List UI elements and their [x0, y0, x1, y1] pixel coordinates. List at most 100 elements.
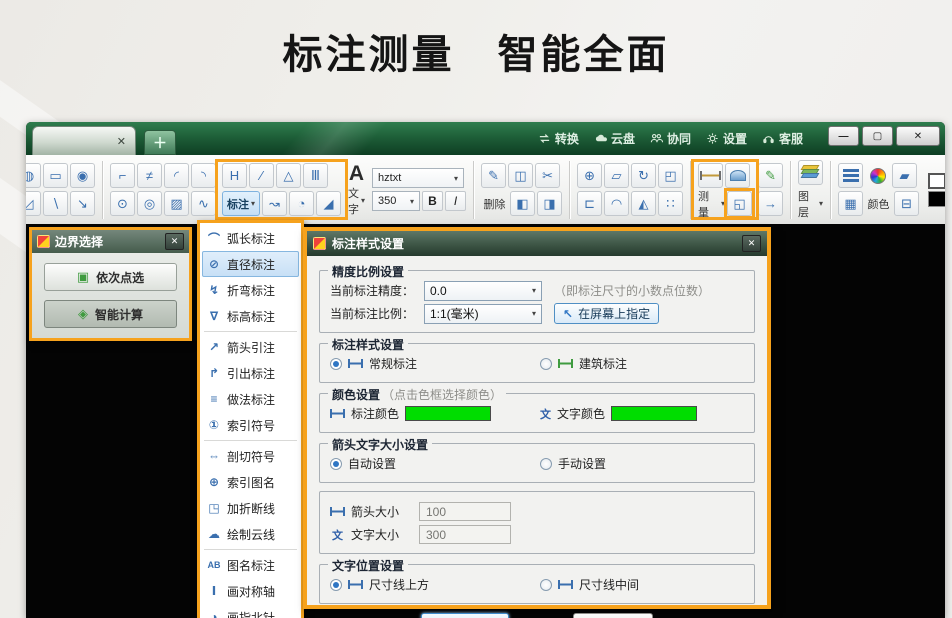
eraser-button[interactable]: ▰: [892, 163, 918, 188]
middle-dimline-option[interactable]: 尺寸线中间: [540, 576, 744, 593]
pick-in-turn-button[interactable]: ▣ 依次点选: [44, 263, 177, 291]
text-color-swatch[interactable]: [611, 406, 698, 421]
rotate-button[interactable]: ↻: [631, 163, 657, 188]
palette-swatch[interactable]: [928, 172, 945, 189]
menu-item-index-symbol[interactable]: ① 索引符号: [202, 412, 299, 438]
dimension-color-swatch[interactable]: [405, 406, 492, 421]
edit-pencil-button[interactable]: ✎: [481, 163, 507, 188]
text-size-select[interactable]: 350 ▾: [372, 191, 421, 211]
architectural-dimension-option[interactable]: 建筑标注: [540, 355, 744, 372]
palette-swatch[interactable]: [928, 190, 945, 207]
font-select[interactable]: hztxt ▾: [372, 168, 465, 188]
eye-tool-button[interactable]: ◉: [70, 163, 95, 188]
menu-item-index-title[interactable]: ⊕ 索引图名: [202, 469, 299, 495]
measure-ruler-button[interactable]: [698, 163, 724, 188]
menu-item-elevation[interactable]: ∇ 标高标注: [202, 303, 299, 329]
annotate-dropdown-button[interactable]: 标注 ▾: [222, 191, 260, 216]
menu-item-arrow-leader[interactable]: ↗ 箭头引注: [202, 334, 299, 360]
color-dropdown-button[interactable]: 颜色: [865, 191, 892, 216]
format-brush-button[interactable]: ◨: [537, 191, 563, 216]
menu-item-section-symbol[interactable]: ⇔ 剖切符号: [202, 443, 299, 469]
menu-item-leader-note[interactable]: ↱ 引出标注: [202, 360, 299, 386]
menu-item-arc-length[interactable]: ⌒ 弧长标注: [202, 225, 299, 251]
polygon-tool-button[interactable]: ◿: [26, 191, 41, 216]
plot-button[interactable]: ⊟: [894, 191, 920, 216]
italic-button[interactable]: I: [445, 191, 467, 211]
segment-tool-button[interactable]: ↘: [70, 191, 95, 216]
angular-dimension-button[interactable]: △: [276, 163, 301, 188]
line-tool-button[interactable]: ∖: [43, 191, 68, 216]
text-tool[interactable]: A 文字 ▾: [344, 163, 369, 217]
arrow-size-input[interactable]: 100: [419, 502, 511, 521]
spline-tool-button[interactable]: ∿: [191, 191, 216, 216]
smart-compute-button[interactable]: ◈ 智能计算: [44, 300, 177, 328]
menu-support[interactable]: 客服: [762, 130, 803, 147]
boundary-close-button[interactable]: ✕: [165, 233, 184, 250]
measure-area-button[interactable]: [725, 163, 751, 188]
copy-object-button[interactable]: ▱: [604, 163, 630, 188]
continued-dimension-button[interactable]: Ⅲ: [303, 163, 328, 188]
ok-button[interactable]: 确定: [421, 613, 509, 618]
text-size-input[interactable]: 300: [419, 525, 511, 544]
close-button[interactable]: ✕: [896, 126, 940, 146]
menu-item-jogged[interactable]: ↯ 折弯标注: [202, 277, 299, 303]
layers-dropdown-button[interactable]: 图层 ▾: [798, 188, 823, 220]
smooth-button[interactable]: ◠: [604, 191, 630, 216]
menu-item-symmetry-axis[interactable]: Ⅰ 画对称轴: [202, 578, 299, 604]
menu-collab[interactable]: 协同: [650, 130, 691, 147]
menu-cloud[interactable]: 云盘: [594, 130, 635, 147]
manual-size-option[interactable]: 手动设置: [540, 455, 744, 472]
table-button[interactable]: ▦: [838, 191, 864, 216]
linetype-button[interactable]: [838, 163, 864, 188]
cut-button[interactable]: ✂: [535, 163, 561, 188]
color-wheel-button[interactable]: [865, 163, 890, 188]
menu-item-revision-cloud[interactable]: ☁ 绘制云线: [202, 521, 299, 547]
export-button[interactable]: →: [758, 191, 784, 216]
copy-button[interactable]: ◫: [508, 163, 534, 188]
quick-dimension-button[interactable]: ◔: [289, 191, 314, 216]
normal-dimension-option[interactable]: 常规标注: [330, 355, 534, 372]
brush-dimension-button[interactable]: ◢: [316, 191, 341, 216]
menu-item-break-line[interactable]: ◳ 加折断线: [202, 495, 299, 521]
rectangle-tool-button[interactable]: ▭: [43, 163, 68, 188]
array-button[interactable]: ∷: [658, 191, 684, 216]
bold-button[interactable]: B: [422, 191, 444, 211]
pick-on-screen-button[interactable]: ↖ 在屏幕上指定: [554, 303, 660, 324]
new-tab-button[interactable]: ＋: [144, 130, 176, 155]
radio-off-icon[interactable]: [540, 578, 552, 591]
extend-tool-button[interactable]: ≠: [137, 163, 162, 188]
offset-button[interactable]: ◰: [658, 163, 684, 188]
menu-settings[interactable]: 设置: [706, 130, 747, 147]
radio-on-icon[interactable]: [330, 457, 342, 470]
above-dimline-option[interactable]: 尺寸线上方: [330, 576, 534, 593]
linear-dimension-button[interactable]: H: [222, 163, 247, 188]
aligned-dimension-button[interactable]: ∕: [249, 163, 274, 188]
move-button[interactable]: ⊕: [577, 163, 603, 188]
view-tool-1-button[interactable]: ◍: [26, 163, 41, 188]
menu-item-diameter[interactable]: ⊘ 直径标注: [202, 251, 299, 277]
measure-dropdown-button[interactable]: 测量 ▾: [698, 191, 725, 219]
dialog-close-button[interactable]: ✕: [742, 235, 761, 252]
leader-dimension-button[interactable]: ↝: [262, 191, 287, 216]
menu-item-method-note[interactable]: ≡ 做法标注: [202, 386, 299, 412]
cancel-button[interactable]: 取消: [573, 613, 653, 618]
break-tool-button[interactable]: ⌐: [110, 163, 135, 188]
scale-select[interactable]: 1:1(毫米) ▾: [424, 303, 542, 324]
document-tab[interactable]: ✕: [32, 126, 136, 155]
menu-item-north-arrow[interactable]: ◑ 画指北针: [202, 604, 299, 618]
tab-close-icon[interactable]: ✕: [117, 135, 126, 148]
minimize-button[interactable]: —: [828, 126, 859, 146]
radio-off-icon[interactable]: [540, 357, 552, 370]
chamfer-tool-button[interactable]: ◝: [191, 163, 216, 188]
fillet-tool-button[interactable]: ◜: [164, 163, 189, 188]
precision-select[interactable]: 0.0 ▾: [424, 280, 542, 301]
ring-tool-button[interactable]: ◎: [137, 191, 162, 216]
stretch-button[interactable]: ⊏: [577, 191, 603, 216]
auto-size-option[interactable]: 自动设置: [330, 455, 534, 472]
maximize-button[interactable]: ▢: [862, 126, 893, 146]
radio-off-icon[interactable]: [540, 457, 552, 470]
delete-button[interactable]: 删除: [481, 191, 508, 216]
radio-on-icon[interactable]: [330, 357, 342, 370]
mirror-button[interactable]: ◭: [631, 191, 657, 216]
layers-button[interactable]: [798, 159, 824, 185]
